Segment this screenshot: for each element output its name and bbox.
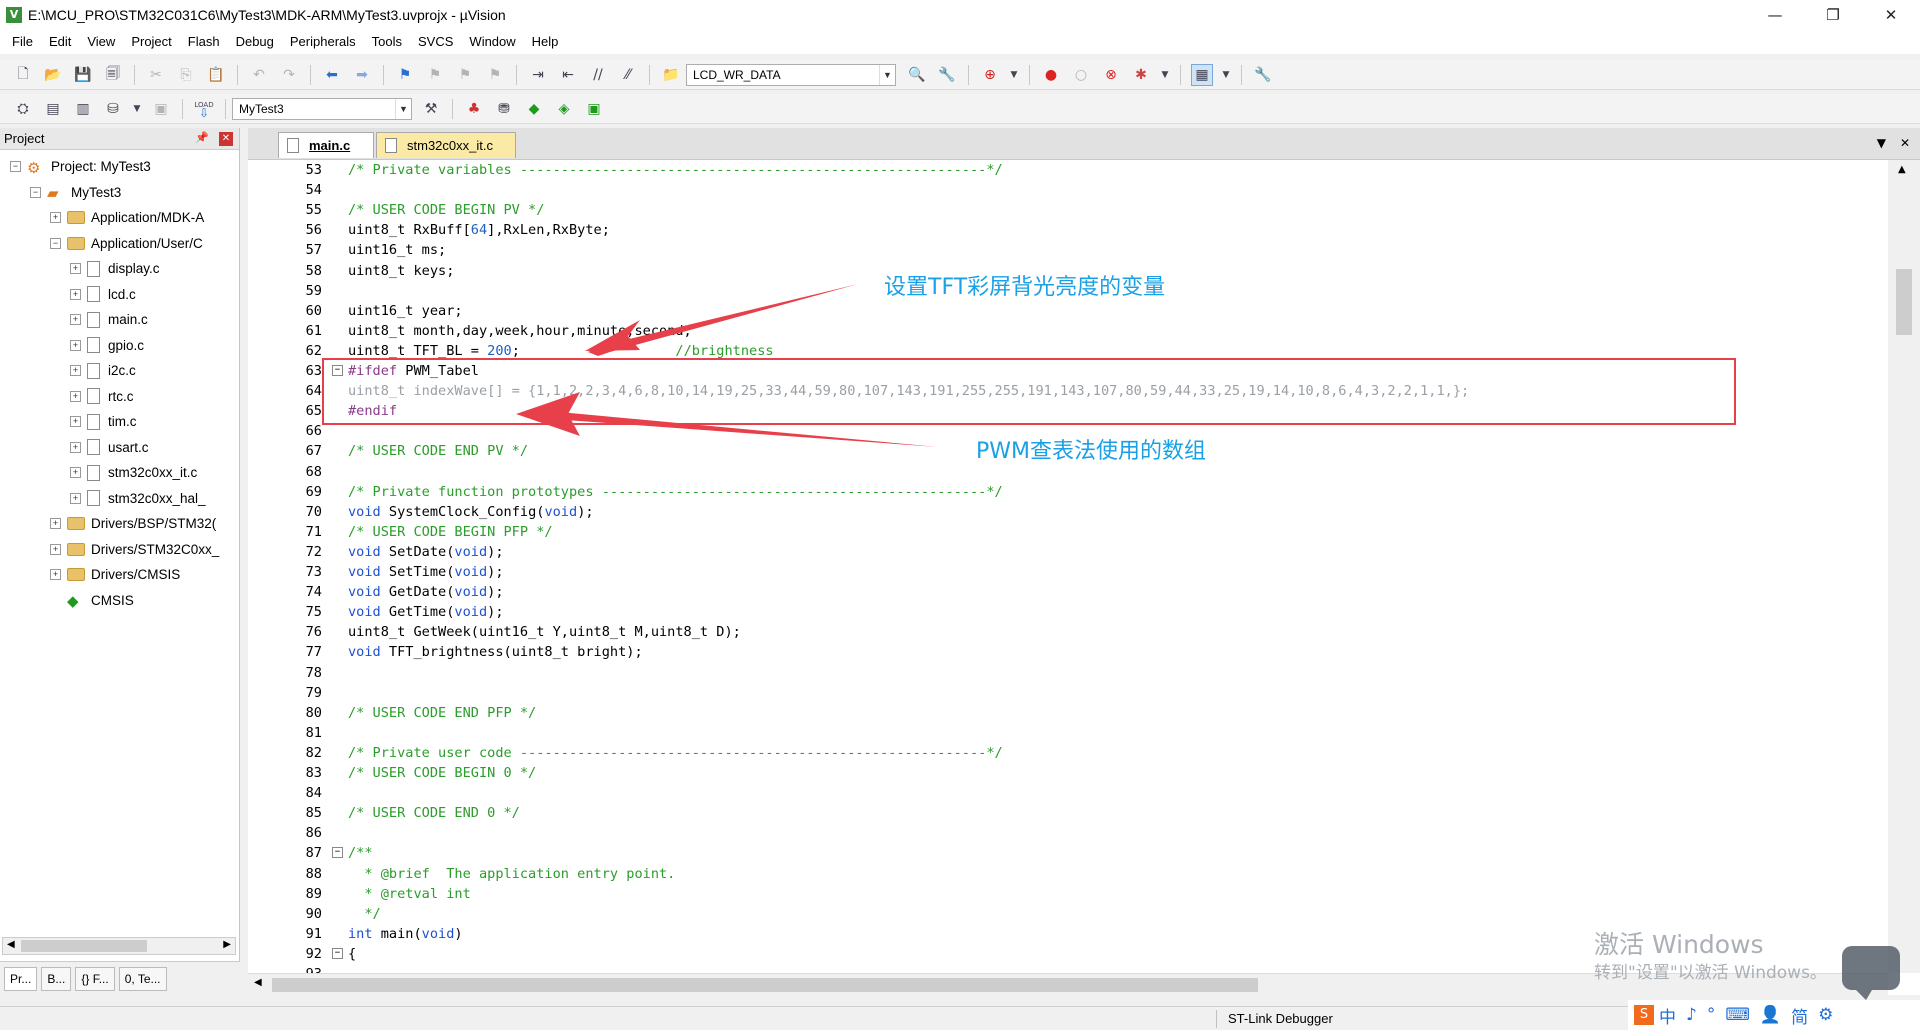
status-debugger: ST-Link Debugger [1228, 1011, 1333, 1026]
status-divider [1216, 1010, 1217, 1028]
ime-moon-icon[interactable]: ♪ [1686, 1005, 1697, 1025]
annotation-label-pwm-table: PWM查表法使用的数组 [976, 439, 1207, 464]
chat-bubble-icon[interactable] [1842, 946, 1900, 1000]
ime-simplified-mode[interactable]: 简 [1791, 1003, 1808, 1028]
ime-keyboard-icon[interactable]: ⌨ [1725, 1005, 1750, 1025]
ime-user-icon[interactable]: 👤 [1760, 1005, 1781, 1025]
activation-watermark-title: 激活 Windows [1594, 930, 1764, 959]
activation-watermark-subtitle: 转到"设置"以激活 Windows。 [1594, 963, 1827, 983]
annotation-arrows [516, 284, 938, 447]
ime-settings-icon[interactable]: ⚙ [1818, 1005, 1833, 1025]
uvision-window: V E:\MCU_PRO\STM32C031C6\MyTest3\MDK-ARM… [0, 0, 1920, 1030]
arrow-to-tft-bl-head [585, 320, 640, 351]
annotation-label-brightness: 设置TFT彩屏背光亮度的变量 [884, 275, 1166, 300]
highlight-box [322, 358, 1736, 425]
sogou-logo-icon[interactable]: S [1634, 1005, 1654, 1025]
ime-chinese-mode[interactable]: 中 [1659, 1003, 1676, 1028]
ime-toolbar: S 中 ♪ ° ⌨ 👤 简 ⚙ [1628, 1000, 1920, 1030]
ime-punctuation-icon[interactable]: ° [1707, 1005, 1716, 1025]
